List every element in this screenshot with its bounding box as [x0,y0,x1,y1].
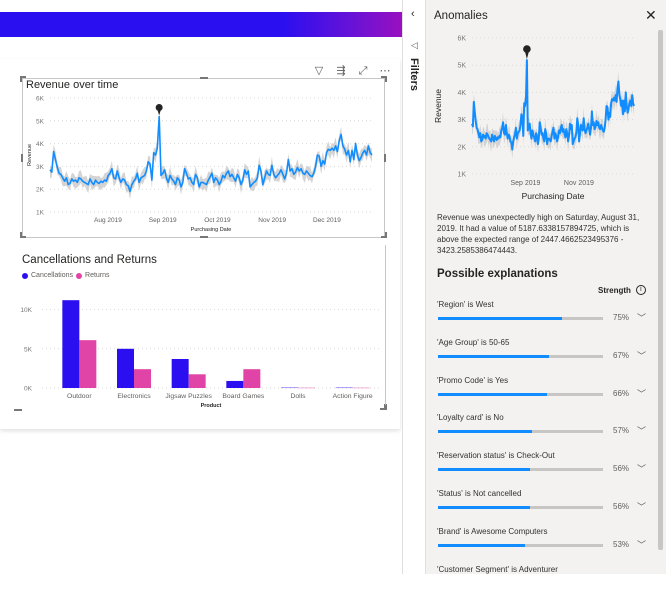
explanation-label: 'Customer Segment' is Adventurer [437,564,558,574]
explanation-label: 'Region' is West [437,300,494,309]
strength-bar-fill [438,317,562,320]
filter-icon: ◁ [411,40,418,50]
strength-percent: 75% [613,313,630,322]
anomaly-description: Revenue was unexpectedly high on Saturda… [437,213,640,255]
bar-cancellations [62,300,80,388]
explanation-label: 'Brand' is Awesome Computers [437,526,548,536]
expand-chevron-icon[interactable]: ﹀ [637,500,646,513]
y-tick-label: 5K [457,63,466,70]
strength-header: Strength i [598,285,646,295]
explanation-label: 'Loyalty card' is No [437,413,504,423]
anomalies-pane: Anomalies ✕ 1K 2K 3K 4K 5K 6K Sep 2019 Nov 2019… [426,0,666,574]
explanation-label: 'Promo Code' is Yes [437,375,509,385]
strength-bar-fill [438,506,531,509]
bar-returns [134,369,151,388]
bar-returns [79,340,97,388]
y-tick-label: 2K [457,144,466,151]
x-axis-title: Purchasing Date [522,191,585,201]
bar-returns [188,374,206,388]
strength-bar-track [438,317,603,320]
x-tick-label: Nov 2019 [564,180,594,187]
y-tick-label: 10K [20,307,32,314]
strength-bar-track [438,392,603,396]
strength-bar-track [438,468,603,472]
x-tick-label: Board Games [222,393,265,400]
expand-chevron-icon[interactable]: ﹀ [637,424,646,437]
x-axis-title: Product [201,403,222,409]
x-tick-label: Sep 2019 [510,180,540,187]
x-tick-label: Jigsaw Puzzles [165,393,212,400]
y-tick-label: 4K [457,90,466,97]
bar-cancellations [171,358,189,388]
y-axis-title: Revenue [433,89,443,123]
expand-chevron-icon[interactable]: ‹ [411,8,415,20]
strength-bar-track [438,506,603,509]
strength-percent: 56% [613,464,630,474]
y-tick-label: 3K [457,117,466,124]
explanation-item[interactable]: 'Promo Code' is Yes 66% ﹀ [437,376,657,414]
info-icon[interactable]: i [635,285,646,295]
explanation-item[interactable]: 'Reservation status' is Check-Out 56% ﹀ [437,451,657,489]
y-tick-label: 5K [24,346,33,353]
x-tick-label: Dolls [290,393,306,400]
explanation-item[interactable]: 'Loyalty card' is No 57% ﹀ [437,413,657,451]
bar-cancellations [226,380,244,388]
explanations-heading: Possible explanations [437,268,558,280]
explanation-item[interactable]: 'Brand' is Awesome Computers 53% ﹀ [437,527,657,565]
x-tick-label: Action Figure [333,393,373,400]
anomaly-mini-chart[interactable]: 1K 2K 3K 4K 5K 6K Sep 2019 Nov 2019 Purchasing D… [426,0,666,210]
explanation-item[interactable]: 'Customer Segment' is Adventurer [437,565,657,603]
strength-bar-fill [438,354,549,358]
explanation-item[interactable]: 'Status' is Not cancelled 56% ﹀ [437,489,657,527]
expand-chevron-icon[interactable]: ﹀ [637,462,646,475]
expand-chevron-icon[interactable]: ﹀ [637,538,646,551]
strength-bar-fill [438,430,533,434]
bar-returns [298,387,315,389]
cancellations-chart[interactable]: 0K 5K 10K Outdoor Electronics Jigsaw Puzzles B… [0,0,403,574]
explanation-item[interactable]: 'Region' is West 75% ﹀ [437,300,657,338]
strength-bar-fill [438,392,547,396]
explanation-label: 'Reservation status' is Check-Out [437,451,555,461]
strength-label: Strength [598,285,631,295]
strength-bar-fill [438,543,526,547]
y-tick-label: 6K [457,36,466,43]
strength-percent: 53% [613,539,630,549]
bar-returns [352,387,370,389]
strength-percent: 66% [613,388,630,398]
strength-percent: 57% [613,426,630,436]
explanation-label: 'Age Group' is 50-65 [437,337,510,347]
bar-cancellations [117,348,134,388]
strength-bar-track [438,354,603,358]
filters-label[interactable]: Filters [408,58,420,91]
strength-bar-track [438,543,603,547]
x-tick-label: Outdoor [67,393,92,400]
expected-range-band [472,54,634,160]
y-tick-label: 0K [24,386,33,393]
bar-returns [243,369,261,388]
strength-bar-fill [438,468,531,472]
bar-cancellations [281,387,298,389]
bar-cancellations [335,387,353,389]
anomaly-marker-pin [524,50,530,60]
report-canvas: ▽ ⇶ ⤢ ⋯ Revenue over time 1K 2K 3K 4K 5K 6K Au… [0,0,403,574]
expand-chevron-icon[interactable]: ﹀ [637,349,646,362]
explanation-label: 'Status' is Not cancelled [437,489,522,498]
x-tick-label: Electronics [117,393,151,400]
filters-pane-collapsed[interactable]: ‹ ◁ Filters [403,0,426,574]
explanation-item[interactable]: 'Age Group' is 50-65 67% ﹀ [437,338,657,376]
expand-chevron-icon[interactable]: ﹀ [637,387,646,400]
expand-chevron-icon[interactable]: ﹀ [637,311,646,324]
strength-percent: 67% [613,350,630,360]
y-tick-label: 1K [457,172,466,179]
strength-percent: 56% [613,502,630,511]
strength-bar-track [438,430,603,434]
